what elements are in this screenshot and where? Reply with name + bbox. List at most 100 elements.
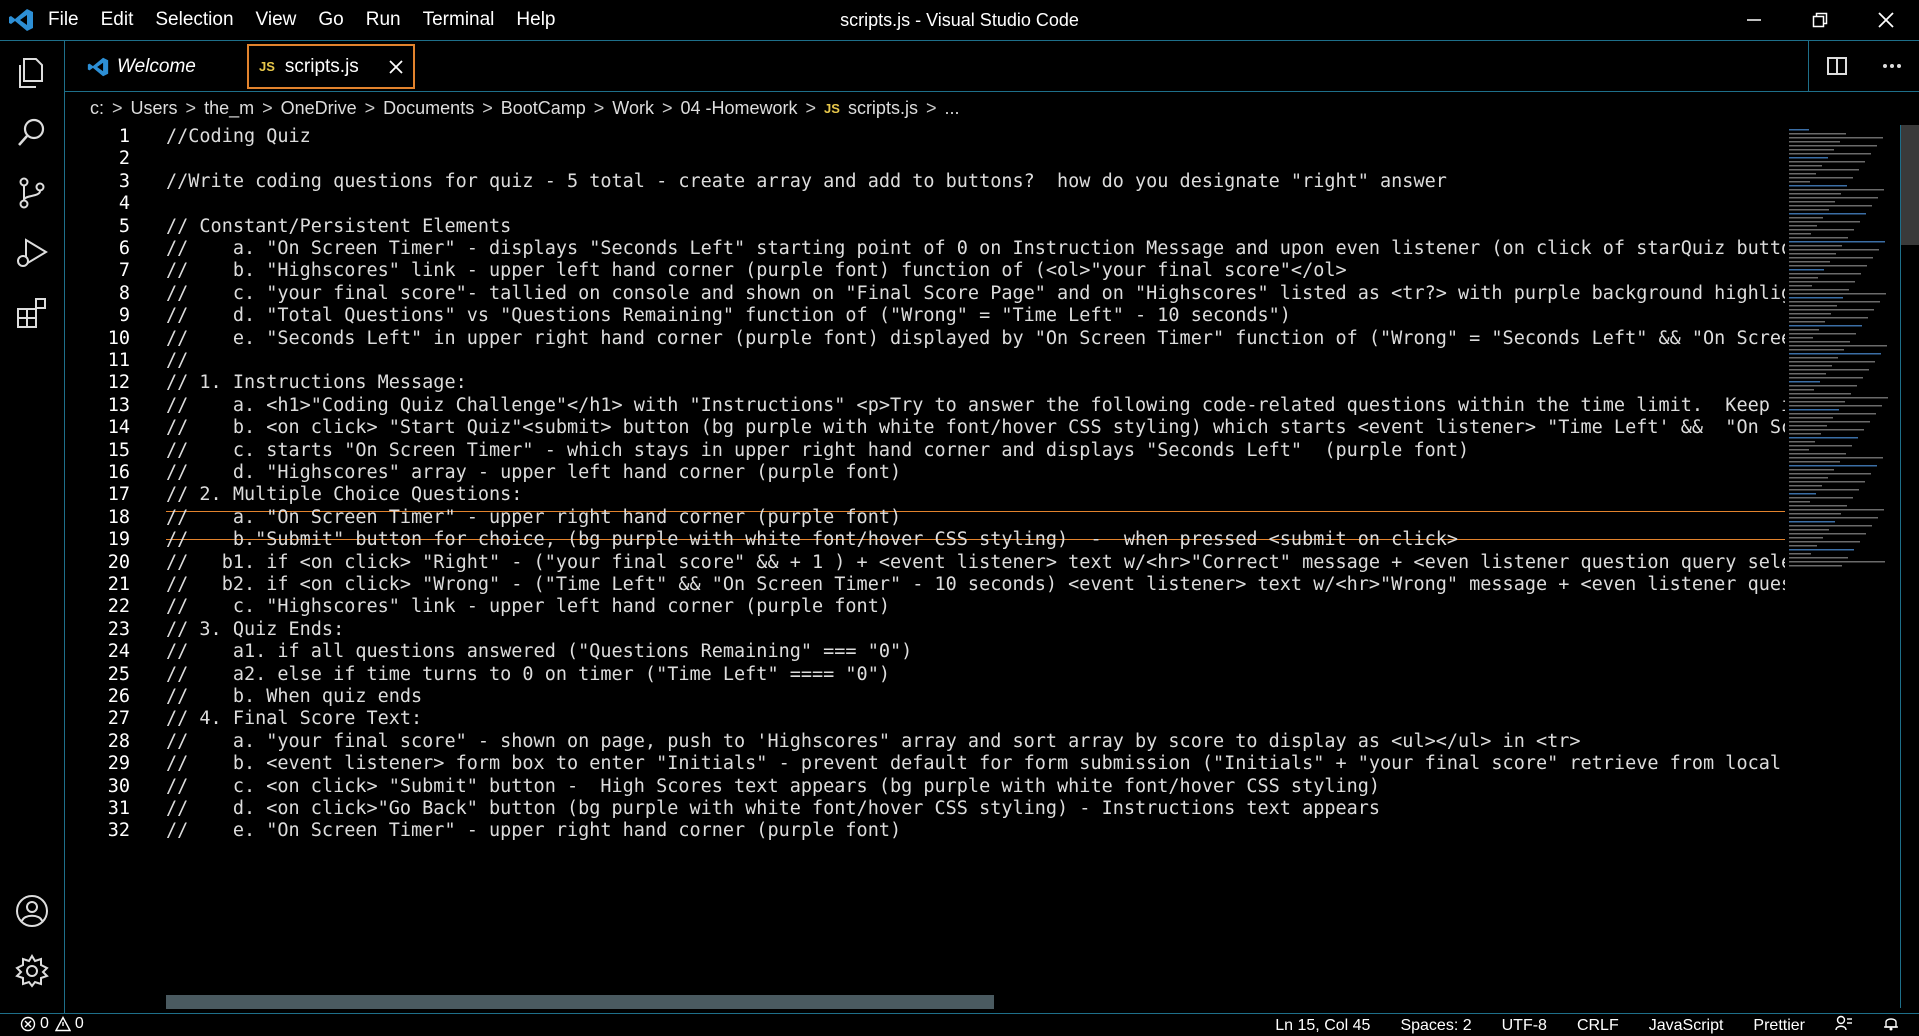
line-text[interactable]: // <box>166 350 1785 371</box>
line-text[interactable]: // b. When quiz ends <box>166 686 1785 707</box>
language-mode[interactable]: JavaScript <box>1649 1017 1724 1035</box>
line-text[interactable]: // 1. Instructions Message: <box>166 372 1785 393</box>
code-line[interactable]: 23 // 3. Quiz Ends: <box>65 619 1785 641</box>
line-text[interactable]: //Coding Quiz <box>166 126 1785 147</box>
breadcrumb-item[interactable]: scripts.js <box>848 98 918 119</box>
code-line[interactable]: 27 // 4. Final Score Text: <box>65 708 1785 730</box>
code-line[interactable]: 10 // e. "Seconds Left" in upper right ha… <box>65 328 1785 350</box>
code-line[interactable]: 32 // e. "On Screen Timer" - upper right … <box>65 820 1785 842</box>
line-text[interactable]: // d. "Highscores" array - upper left ha… <box>166 462 1785 483</box>
breadcrumb-item[interactable]: Documents <box>383 98 474 119</box>
code-line[interactable]: 15 // c. starts "On Screen Timer" - which… <box>65 440 1785 462</box>
minimize-button[interactable] <box>1721 0 1787 40</box>
code-line[interactable]: 5 // Constant/Persistent Elements <box>65 216 1785 238</box>
line-text[interactable]: // a. <h1>"Coding Quiz Challenge"</h1> w… <box>166 395 1785 416</box>
code-line[interactable]: 12 // 1. Instructions Message: <box>65 372 1785 394</box>
breadcrumb-item[interactable]: BootCamp <box>501 98 586 119</box>
live-share-icon[interactable] <box>1835 1015 1853 1036</box>
breadcrumb-item[interactable]: 04 -Homework <box>680 98 797 119</box>
code-line[interactable]: 29 // b. <event listener> form box to ent… <box>65 753 1785 775</box>
breadcrumb-item[interactable]: Work <box>612 98 654 119</box>
code-line[interactable]: 22 // c. "Highscores" link - upper left h… <box>65 596 1785 618</box>
split-editor-icon[interactable] <box>1826 56 1847 76</box>
line-text[interactable]: // c. "your final score"- tallied on con… <box>166 283 1785 304</box>
horizontal-scrollbar-thumb[interactable] <box>166 995 994 1009</box>
line-text[interactable]: // c. starts "On Screen Timer" - which s… <box>166 440 1785 461</box>
restore-button[interactable] <box>1787 0 1853 40</box>
line-text[interactable]: // e. "On Screen Timer" - upper right ha… <box>166 820 1785 841</box>
line-text[interactable]: // b2. if <on click> "Wrong" - ("Time Le… <box>166 574 1785 595</box>
line-text[interactable]: // 3. Quiz Ends: <box>166 619 1785 640</box>
line-text[interactable]: // b."Submit" button for choice, (bg pur… <box>166 529 1785 550</box>
explorer-icon[interactable] <box>14 55 50 91</box>
code-line[interactable]: 2 <box>65 148 1785 170</box>
breadcrumb-item[interactable]: OneDrive <box>281 98 357 119</box>
run-debug-icon[interactable] <box>14 235 50 271</box>
menu-edit[interactable]: Edit <box>101 9 134 31</box>
line-text[interactable]: //Write coding questions for quiz - 5 to… <box>166 171 1785 192</box>
cursor-position[interactable]: Ln 15, Col 45 <box>1275 1017 1370 1035</box>
line-text[interactable]: // a1. if all questions answered ("Quest… <box>166 641 1785 662</box>
line-text[interactable]: // e. "Seconds Left" in upper right hand… <box>166 328 1785 349</box>
code-line[interactable]: 21 // b2. if <on click> "Wrong" - ("Time … <box>65 574 1785 596</box>
extensions-icon[interactable] <box>14 295 50 331</box>
line-text[interactable]: // 2. Multiple Choice Questions: <box>166 484 1785 505</box>
line-text[interactable]: // a. "On Screen Timer" - displays "Seco… <box>166 238 1785 259</box>
line-text[interactable]: // Constant/Persistent Elements <box>166 216 1785 237</box>
code-line[interactable]: 4 <box>65 193 1785 215</box>
code-line[interactable]: 6 // a. "On Screen Timer" - displays "Sec… <box>65 238 1785 260</box>
line-text[interactable]: // b. "Highscores" link - upper left han… <box>166 260 1785 281</box>
formatter[interactable]: Prettier <box>1753 1017 1805 1035</box>
minimap[interactable] <box>1785 125 1900 615</box>
code-line[interactable]: 28 // a. "your final score" - shown on pa… <box>65 731 1785 753</box>
code-line[interactable]: 7 // b. "Highscores" link - upper left ha… <box>65 260 1785 282</box>
tab-welcome[interactable]: Welcome <box>75 44 255 89</box>
code-line[interactable]: 17 // 2. Multiple Choice Questions: <box>65 484 1785 506</box>
code-line[interactable]: 30 // c. <on click> "Submit" button - Hig… <box>65 776 1785 798</box>
breadcrumb-item[interactable]: ... <box>944 98 959 119</box>
code-line[interactable]: 24 // a1. if all questions answered ("Que… <box>65 641 1785 663</box>
line-text[interactable]: // d. <on click>"Go Back" button (bg pur… <box>166 798 1785 819</box>
code-line[interactable]: 18 // a. "On Screen Timer" - upper right … <box>65 507 1785 529</box>
line-text[interactable]: // b1. if <on click> "Right" - ("your fi… <box>166 552 1785 573</box>
problems-indicator[interactable]: 0 0 <box>20 1015 84 1033</box>
gear-icon[interactable] <box>14 953 50 989</box>
menu-selection[interactable]: Selection <box>155 9 233 31</box>
line-text[interactable]: // d. "Total Questions" vs "Questions Re… <box>166 305 1785 326</box>
code-line[interactable]: 3 //Write coding questions for quiz - 5 t… <box>65 171 1785 193</box>
code-line[interactable]: 25 // a2. else if time turns to 0 on time… <box>65 664 1785 686</box>
menu-go[interactable]: Go <box>318 9 343 31</box>
code-line[interactable]: 1 //Coding Quiz <box>65 126 1785 148</box>
line-text[interactable]: // 4. Final Score Text: <box>166 708 1785 729</box>
notifications-icon[interactable] <box>1883 1015 1899 1036</box>
line-text[interactable]: // a. "your final score" - shown on page… <box>166 731 1785 752</box>
line-text[interactable]: // c. <on click> "Submit" button - High … <box>166 776 1785 797</box>
end-of-line[interactable]: CRLF <box>1577 1017 1619 1035</box>
breadcrumb-item[interactable]: c: <box>90 98 104 119</box>
menu-help[interactable]: Help <box>516 9 555 31</box>
code-line[interactable]: 8 // c. "your final score"- tallied on co… <box>65 283 1785 305</box>
line-text[interactable]: // c. "Highscores" link - upper left han… <box>166 596 1785 617</box>
line-text[interactable]: // a2. else if time turns to 0 on timer … <box>166 664 1785 685</box>
menu-run[interactable]: Run <box>366 9 401 31</box>
more-actions-icon[interactable] <box>1882 63 1902 69</box>
menu-view[interactable]: View <box>256 9 297 31</box>
code-line[interactable]: 11 // <box>65 350 1785 372</box>
vertical-scrollbar-thumb[interactable] <box>1901 125 1919 245</box>
line-text[interactable]: // b. <event listener> form box to enter… <box>166 753 1785 774</box>
line-text[interactable]: // a. "On Screen Timer" - upper right ha… <box>166 507 1785 528</box>
close-window-button[interactable] <box>1853 0 1919 40</box>
source-control-icon[interactable] <box>14 175 50 211</box>
code-editor[interactable]: 1 //Coding Quiz 2 3 //Write coding questions… <box>65 125 1900 1008</box>
search-icon[interactable] <box>14 115 50 151</box>
code-line[interactable]: 14 // b. <on click> "Start Quiz"<submit> … <box>65 417 1785 439</box>
breadcrumb-item[interactable]: Users <box>131 98 178 119</box>
menu-file[interactable]: File <box>48 9 79 31</box>
code-line[interactable]: 16 // d. "Highscores" array - upper left … <box>65 462 1785 484</box>
indentation[interactable]: Spaces: 2 <box>1400 1017 1471 1035</box>
code-line[interactable]: 19 // b."Submit" button for choice, (bg p… <box>65 529 1785 551</box>
accounts-icon[interactable] <box>14 893 50 929</box>
menu-terminal[interactable]: Terminal <box>423 9 495 31</box>
code-line[interactable]: 26 // b. When quiz ends <box>65 686 1785 708</box>
code-line[interactable]: 13 // a. <h1>"Coding Quiz Challenge"</h1>… <box>65 395 1785 417</box>
